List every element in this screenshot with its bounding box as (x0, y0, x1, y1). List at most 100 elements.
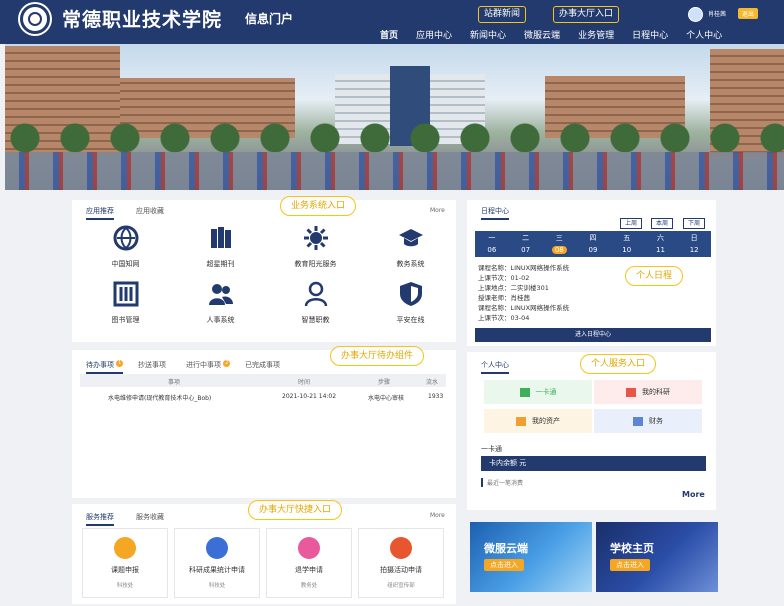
sun-icon (303, 225, 329, 251)
calendar-day[interactable]: 四 09 (576, 231, 610, 257)
tab-app-favorites[interactable]: 应用收藏 (136, 206, 164, 216)
callout-hall-todo: 办事大厅待办组件 (330, 346, 425, 366)
app-label: 教育阳光服务 (294, 260, 337, 268)
service-label: 课题申报 (111, 566, 139, 574)
personal-assets[interactable]: 我的资产 (484, 409, 592, 433)
service-label: 科研成果统计申请 (189, 566, 245, 574)
tab-todo-done[interactable]: 已完成事项 (245, 360, 280, 370)
app-cnki[interactable]: 中国知网 (78, 225, 173, 281)
nav-business[interactable]: 业务管理 (578, 28, 614, 44)
promo-title: 微服云端 (484, 542, 528, 555)
recent-expense[interactable]: 最近一笔消费 (481, 478, 523, 487)
site-news-link[interactable]: 站群新闻 (478, 6, 527, 23)
callout-hall-shortcuts: 办事大厅快捷入口 (248, 500, 343, 520)
library-icon (113, 281, 139, 307)
tab-service-recommend[interactable]: 服务推荐 (86, 512, 114, 526)
next-week-button[interactable]: 下周 (683, 218, 706, 229)
schedule-period: 上课节次：01-02 (478, 274, 530, 282)
app-label: 平安在线 (396, 316, 425, 324)
apps-more-link[interactable]: More (430, 207, 445, 214)
service-topic-apply[interactable]: 课题申报 科技处 (82, 528, 168, 598)
calendar-day[interactable]: 六 11 (644, 231, 678, 257)
calendar-day-today[interactable]: 三 08 (542, 231, 576, 257)
calendar-day[interactable]: 五 10 (610, 231, 644, 257)
prev-week-button[interactable]: 上周 (620, 218, 643, 229)
tab-todo-cc[interactable]: 抄送事项 (138, 360, 166, 370)
personal-finance[interactable]: 财务 (594, 409, 702, 433)
app-academic[interactable]: 教务系统 (363, 225, 458, 281)
service-dept: 科技处 (208, 583, 226, 589)
app-label: 智慧职教 (301, 316, 330, 324)
app-chaoxing[interactable]: 超星期刊 (173, 225, 268, 281)
promo-enter-button[interactable]: 点击进入 (610, 559, 650, 571)
app-label: 教务系统 (396, 260, 425, 268)
week-calendar: 一 06 二 07 三 08 四 09 五 10 六 11 日 12 (475, 231, 711, 257)
school-logo-icon[interactable] (20, 4, 50, 34)
app-smart-edu[interactable]: 智慧职教 (268, 281, 363, 337)
todo-table-header: 事项 时间 步骤 流水 (80, 374, 446, 387)
app-label: 图书管理 (111, 316, 140, 324)
tab-todo-in-progress[interactable]: 进行中事项 2 (186, 360, 231, 370)
app-label: 人事系统 (206, 316, 235, 324)
research-icon (626, 387, 636, 397)
microscope-icon (206, 537, 228, 559)
personal-research[interactable]: 我的科研 (594, 380, 702, 404)
graduation-cap-icon (398, 225, 424, 251)
service-hall-link[interactable]: 办事大厅入口 (553, 6, 620, 23)
service-photo-apply[interactable]: 拍摄活动申请 组织宣传部 (358, 528, 444, 598)
top-header: 常德职业技术学院 信息门户 站群新闻 办事大厅入口 肖桂茜 退出 首页 应用中心… (0, 0, 784, 44)
user-name[interactable]: 肖桂茜 (708, 9, 726, 18)
campus-banner-image (5, 44, 784, 190)
personal-card-service[interactable]: 一卡通 (484, 380, 592, 404)
promo-title: 学校主页 (610, 542, 654, 555)
nav-news-center[interactable]: 新闻中心 (470, 28, 506, 44)
nav-app-center[interactable]: 应用中心 (416, 28, 452, 44)
logout-button[interactable]: 退出 (738, 8, 759, 19)
promo-enter-button[interactable]: 点击进入 (484, 559, 524, 571)
tab-schedule[interactable]: 日程中心 (481, 206, 509, 220)
promo-micro-cloud[interactable]: 微服云端 点击进入 (470, 522, 592, 592)
calendar-day[interactable]: 一 06 (475, 231, 509, 257)
teacher-icon (303, 281, 329, 307)
enter-schedule-button[interactable]: 进入日程中心 (475, 328, 711, 342)
callout-personal-schedule: 个人日程 (625, 266, 684, 286)
tab-personal-center[interactable]: 个人中心 (481, 360, 509, 374)
calendar-day[interactable]: 日 12 (677, 231, 711, 257)
col-time: 时间 (298, 379, 311, 386)
document-icon (114, 537, 136, 559)
finance-icon (633, 416, 643, 426)
nav-home[interactable]: 首页 (380, 28, 398, 44)
service-research-stats[interactable]: 科研成果统计申请 科技处 (174, 528, 260, 598)
app-library[interactable]: 图书管理 (78, 281, 173, 337)
app-hr[interactable]: 人事系统 (173, 281, 268, 337)
personal-more-link[interactable]: More (682, 490, 705, 499)
services-more-link[interactable]: More (430, 512, 445, 519)
tab-service-favorites[interactable]: 服务收藏 (136, 512, 164, 522)
row-serial: 1933 (428, 393, 444, 400)
callout-personal-services: 个人服务入口 (580, 354, 657, 374)
col-serial: 流水 (426, 379, 439, 386)
promo-school-homepage[interactable]: 学校主页 点击进入 (596, 522, 718, 592)
tab-todo-pending[interactable]: 待办事项 1 (86, 360, 124, 374)
service-withdraw[interactable]: 退学申请 教务处 (266, 528, 352, 598)
app-label: 超星期刊 (206, 260, 235, 268)
assets-icon (516, 416, 526, 426)
nav-schedule[interactable]: 日程中心 (632, 28, 668, 44)
app-sunshine[interactable]: 教育阳光服务 (268, 225, 363, 281)
nav-micro-cloud[interactable]: 微服云端 (524, 28, 560, 44)
pending-count-badge: 1 (116, 360, 124, 367)
camera-icon (390, 537, 412, 559)
nav-personal[interactable]: 个人中心 (686, 28, 722, 44)
table-row[interactable]: 水电维修申请(现代教育技术中心_Bob) 2021-10-21 14:02 水电… (80, 390, 446, 403)
student-icon (298, 537, 320, 559)
app-safety[interactable]: 平安在线 (363, 281, 458, 337)
row-item: 水电维修申请(现代教育技术中心_Bob) (108, 395, 212, 402)
schedule-course: 课程名称：LINUX网络操作系统 (478, 264, 570, 272)
this-week-button[interactable]: 本周 (651, 218, 674, 229)
avatar[interactable] (688, 7, 703, 22)
schedule-teacher: 授课老师：肖桂茜 (478, 294, 530, 302)
calendar-day[interactable]: 二 07 (509, 231, 543, 257)
books-icon (208, 225, 234, 251)
tab-app-recommend[interactable]: 应用推荐 (86, 206, 114, 220)
row-time: 2021-10-21 14:02 (282, 393, 337, 400)
